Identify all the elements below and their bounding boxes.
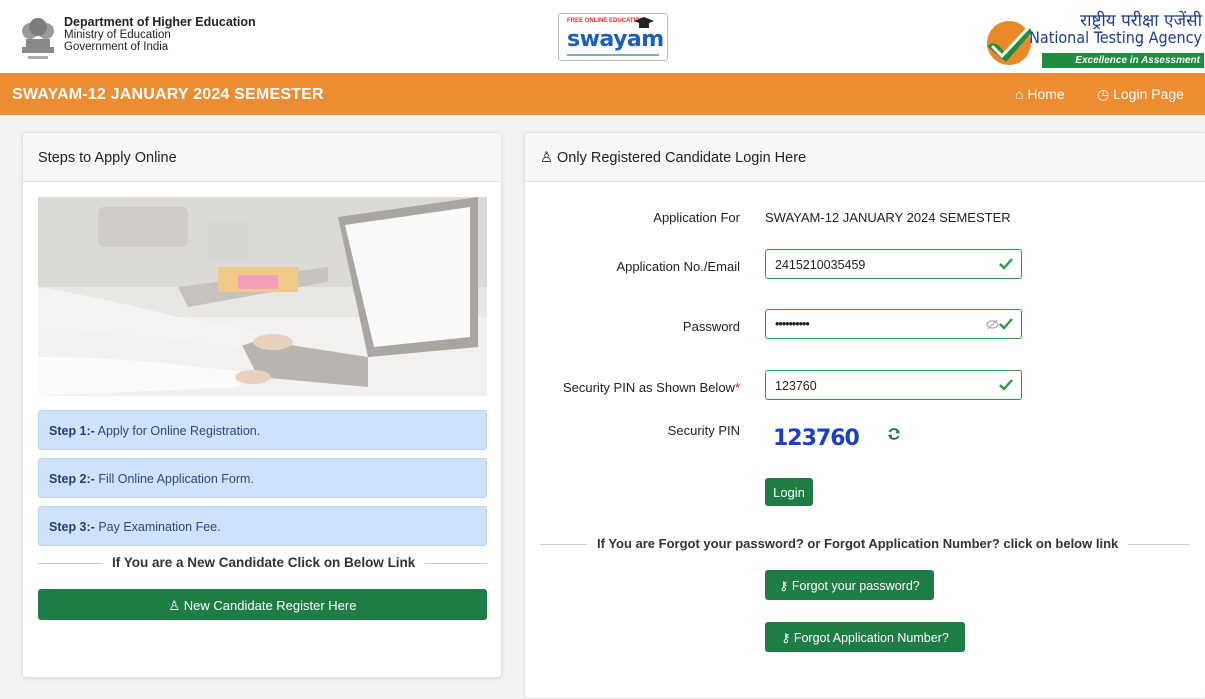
home-label: Home [1027,86,1065,102]
nta-english-name: National Testing Agency [1029,28,1202,47]
national-emblem-icon [22,18,54,59]
department-info: Department of Higher Education Ministry … [64,16,256,54]
security-pin-value: 123760 [775,379,817,393]
steps-panel-header: Steps to Apply Online [23,133,501,182]
security-pin-label: Security PIN [667,423,740,438]
nta-check-icon [987,21,1032,65]
step-3-text: Pay Examination Fee. [94,520,221,534]
nav-bar: SWAYAM-12 JANUARY 2024 SEMESTER ⌂ Home ◷… [0,73,1205,115]
valid-check-icon [999,379,1013,391]
password-input[interactable]: •••••••••• [765,309,1022,339]
security-pin-input-label-text: Security PIN as Shown Below [562,380,735,395]
captcha-image: 123760 [765,414,878,464]
site-header: Department of Higher Education Ministry … [0,0,1205,73]
step-2-text: Fill Online Application Form. [94,472,254,486]
refresh-captcha-icon[interactable] [887,427,901,441]
semester-title: SWAYAM-12 JANUARY 2024 SEMESTER [12,86,324,103]
user-plus-icon: ♙ [168,598,181,613]
application-no-input[interactable]: 2415210035459 [765,249,1022,279]
register-button-label: New Candidate Register Here [183,598,357,613]
valid-check-icon [999,318,1013,330]
step-1: Step 1:- Apply for Online Registration. [38,410,487,450]
password-value: •••••••••• [775,317,810,331]
application-for-label: Application For [653,210,740,225]
step-1-text: Apply for Online Registration. [94,424,261,438]
login-page-link[interactable]: ◷ Login Page [1097,86,1184,103]
home-icon: ⌂ [1015,86,1024,102]
new-candidate-register-button[interactable]: ♙ New Candidate Register Here [38,589,487,620]
nta-tagline: Excellence in Assessment [1042,53,1204,68]
login-page-label: Login Page [1113,86,1184,102]
captcha-text: 123760 [773,426,860,451]
swayam-wordmark: swayam [567,27,664,52]
eye-slash-icon[interactable] [986,319,999,330]
nta-logo: राष्ट्रीय परीक्षा एजेंसी National Testin… [984,8,1204,70]
swayam-logo: FREE ONLINE EDUCATION swayam [558,13,668,61]
forgot-application-number-button[interactable]: ⚷ Forgot Application Number? [765,622,965,652]
security-pin-input-label: Security PIN as Shown Below* [563,380,740,395]
key-icon: ⚷ [779,579,789,593]
step-3: Step 3:- Pay Examination Fee. [38,506,487,546]
forgot-password-button[interactable]: ⚷ Forgot your password? [765,570,934,600]
clock-icon: ◷ [1097,86,1110,102]
steps-panel: Steps to Apply Online Step 1:- Apply for… [22,132,502,678]
login-button[interactable]: Login [765,478,813,506]
application-no-label: Application No./Email [616,259,740,274]
step-3-number: Step 3:- [49,520,95,534]
login-panel: ♙ Only Registered Candidate Login Here A… [524,132,1205,699]
home-link[interactable]: ⌂ Home [1015,86,1065,102]
login-panel-header: ♙ Only Registered Candidate Login Here [525,133,1205,182]
steps-heading: Steps to Apply Online [38,150,177,166]
security-pin-input[interactable]: 123760 [765,370,1022,400]
step-2-number: Step 2:- [49,472,95,486]
user-icon: ♙ [540,150,553,166]
government-name: Government of India [64,41,169,53]
step-1-number: Step 1:- [49,424,95,438]
key-icon: ⚷ [781,631,791,645]
new-candidate-text: If You are a New Candidate Click on Belo… [102,555,426,570]
forgot-password-label: Forgot your password? [791,579,920,593]
forgot-appno-label: Forgot Application Number? [793,631,949,645]
forgot-info-text: If You are Forgot your password? or Forg… [587,536,1129,551]
login-heading: Only Registered Candidate Login Here [557,150,807,166]
application-for-value: SWAYAM-12 JANUARY 2024 SEMESTER [765,210,1011,225]
step-2: Step 2:- Fill Online Application Form. [38,458,487,498]
valid-check-icon [999,258,1013,270]
ministry-name: Ministry of Education [64,28,171,41]
password-label: Password [682,319,740,334]
application-no-value: 2415210035459 [775,258,866,272]
required-asterisk: * [734,380,740,395]
login-heading-wrap: ♙ Only Registered Candidate Login Here [540,150,806,166]
laptop-hero-image [38,197,487,396]
department-name: Department of Higher Education [64,15,256,29]
